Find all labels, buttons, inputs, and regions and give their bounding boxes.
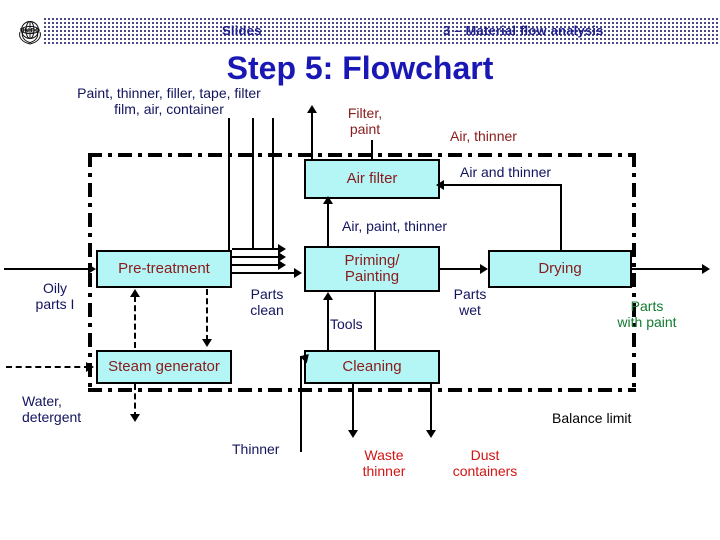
air-paint-thinner-arrowhead — [323, 196, 333, 204]
label-waste-thinner: Waste thinner — [362, 447, 406, 479]
steam-waste-arrowhead — [130, 414, 140, 422]
label-inputs-top: Paint, thinner, filler, tape, filter fil… — [77, 85, 261, 117]
box-air-filter[interactable]: Air filter — [304, 159, 440, 199]
water-detergent-inflow-line — [6, 366, 90, 368]
label-air-thinner: Air, thinner — [450, 128, 517, 144]
label-oily-parts: Oily parts I — [35, 280, 75, 312]
dust-containers-arrowhead — [426, 430, 436, 438]
parts-wet-arrowhead — [480, 264, 488, 274]
air-and-thinner-arrowhead — [436, 180, 444, 190]
header-slides-label: Slides — [222, 23, 262, 38]
box-drying[interactable]: Drying — [488, 250, 632, 288]
box-air-filter-label: Air filter — [346, 169, 398, 187]
tools-line — [327, 299, 329, 350]
parts-clean-arrowhead — [294, 268, 302, 278]
waste-thinner-arrowhead — [348, 430, 358, 438]
label-parts-clean: Parts clean — [250, 286, 284, 318]
label-thinner: Thinner — [232, 441, 280, 457]
parts-with-paint-line — [632, 268, 706, 270]
pretreat-down-line — [206, 289, 208, 341]
pretreat-emission-line-2 — [232, 256, 280, 258]
steam-to-pretreat-line — [134, 296, 136, 348]
label-filter-paint: Filter, paint — [347, 105, 383, 137]
unido-logo-icon: UNIDO — [14, 16, 46, 48]
label-dust-containers: Dust containers — [452, 447, 518, 479]
pretreat-down-arrowhead — [202, 339, 212, 347]
balance-limit-right-edge — [632, 153, 636, 392]
steam-to-pretreat-arrowhead — [130, 289, 140, 297]
input-line-1 — [228, 118, 230, 258]
box-cleaning-label: Cleaning — [342, 357, 402, 375]
pretreat-emission-arrowhead-3 — [278, 260, 286, 270]
waste-thinner-line — [352, 384, 354, 434]
steam-waste-line — [134, 384, 136, 418]
label-parts-wet: Parts wet — [453, 286, 487, 318]
slide-canvas: UNIDO Slides 3 – Material flow analysis … — [0, 0, 720, 540]
page-title: Step 5: Flowchart — [226, 50, 494, 86]
air-filter-out-line — [371, 140, 373, 160]
air-and-thinner-hline — [440, 184, 562, 186]
drying-top-stub — [560, 240, 562, 252]
box-pre-treatment-label: Pre-treatment — [118, 259, 210, 277]
oily-parts-inflow-line — [4, 268, 94, 270]
box-priming-painting[interactable]: Priming/ Painting — [304, 246, 440, 292]
box-steam-generator-label: Steam generator — [108, 357, 220, 375]
pretreat-emission-line-3 — [232, 264, 280, 266]
label-air-paint-thinner: Air, paint, thinner — [342, 218, 448, 234]
header-band — [44, 18, 720, 44]
label-air-and-thinner: Air and thinner — [460, 164, 552, 180]
box-drying-label: Drying — [538, 259, 582, 277]
label-water-detergent: Water, detergent — [22, 393, 82, 425]
input-line-2 — [252, 118, 254, 248]
parts-clean-line — [232, 272, 296, 274]
svg-text:UNIDO: UNIDO — [20, 28, 40, 35]
parts-wet-line — [440, 268, 482, 270]
thinner-line — [300, 356, 302, 452]
balance-limit-bottom-edge — [88, 388, 636, 392]
water-detergent-inflow-arrowhead — [86, 362, 94, 372]
box-priming-painting-label: Priming/ Painting — [344, 251, 400, 285]
input-line-3 — [272, 118, 274, 248]
tools-arrowhead — [323, 292, 333, 300]
box-cleaning[interactable]: Cleaning — [304, 350, 440, 384]
balance-limit-top-edge — [88, 153, 636, 157]
filter-paint-output-line — [311, 112, 313, 160]
priming-to-cleaning-line — [374, 292, 376, 350]
label-parts-with-paint: Parts with paint — [617, 298, 677, 330]
dust-containers-line — [430, 384, 432, 434]
pretreat-emission-line-1 — [232, 248, 280, 250]
parts-with-paint-arrowhead — [702, 264, 710, 274]
box-pre-treatment[interactable]: Pre-treatment — [96, 250, 232, 288]
label-balance-limit: Balance limit — [552, 410, 632, 426]
label-tools: Tools — [330, 316, 363, 332]
box-steam-generator[interactable]: Steam generator — [96, 350, 232, 384]
oily-parts-inflow-arrowhead — [88, 264, 96, 274]
header-topic-label: 3 – Material flow analysis — [443, 23, 604, 38]
